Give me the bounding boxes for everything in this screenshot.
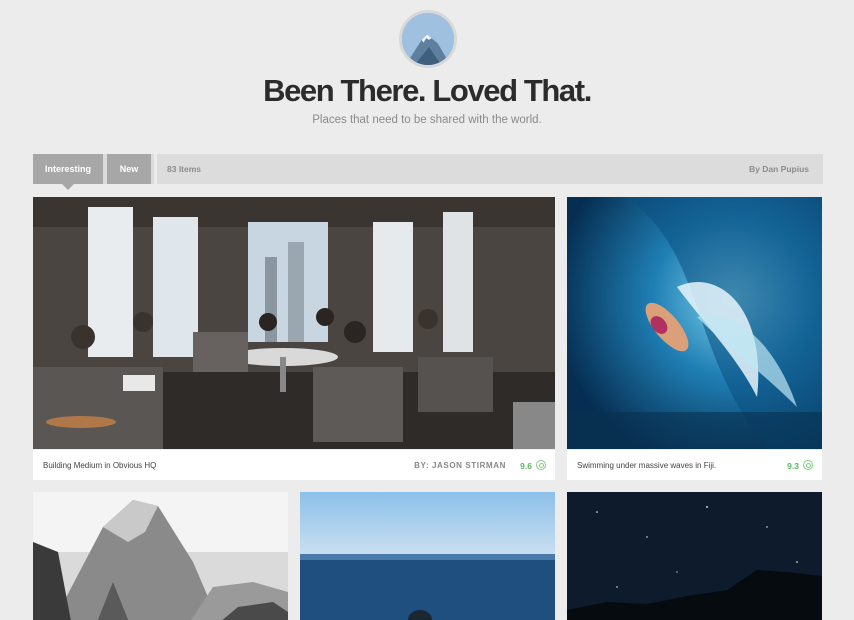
tab-new[interactable]: New [107,154,151,184]
post-caption-bar: Swimming under massive waves in Fiji. 9.… [567,449,822,480]
score-icon [536,460,546,470]
page-title: Been There. Loved That. [263,73,592,108]
score-icon [803,460,813,470]
page-subtitle: Places that need to be shared with the w… [312,114,542,126]
mountain-avatar-icon [402,13,454,65]
post-image[interactable] [567,197,822,449]
post-score: 9.6 [520,460,532,471]
post-card[interactable] [567,492,822,620]
post-image[interactable] [33,197,555,449]
collection-toolbar: Interesting New 83 Items By Dan Pupius [33,154,823,190]
post-caption[interactable]: Building Medium in Obvious HQ [43,450,156,480]
tab-interesting[interactable]: Interesting [33,154,103,190]
post-image[interactable] [567,492,822,620]
post-card[interactable] [300,492,555,620]
toolbar-divider [154,154,157,184]
post-score: 9.3 [787,460,799,471]
collection-avatar[interactable] [399,10,457,68]
post-image[interactable] [33,492,288,620]
post-card[interactable]: Swimming under massive waves in Fiji. 9.… [567,197,822,480]
post-image[interactable] [300,492,555,620]
post-card[interactable]: Building Medium in Obvious HQ BY: JASON … [33,197,555,480]
collection-byline[interactable]: By Dan Pupius [749,154,809,184]
post-caption[interactable]: Swimming under massive waves in Fiji. [577,450,716,480]
post-author[interactable]: BY: JASON STIRMAN [414,450,506,480]
item-count: 83 Items [167,164,202,174]
post-caption-bar: Building Medium in Obvious HQ BY: JASON … [33,449,555,480]
post-card[interactable] [33,492,288,620]
